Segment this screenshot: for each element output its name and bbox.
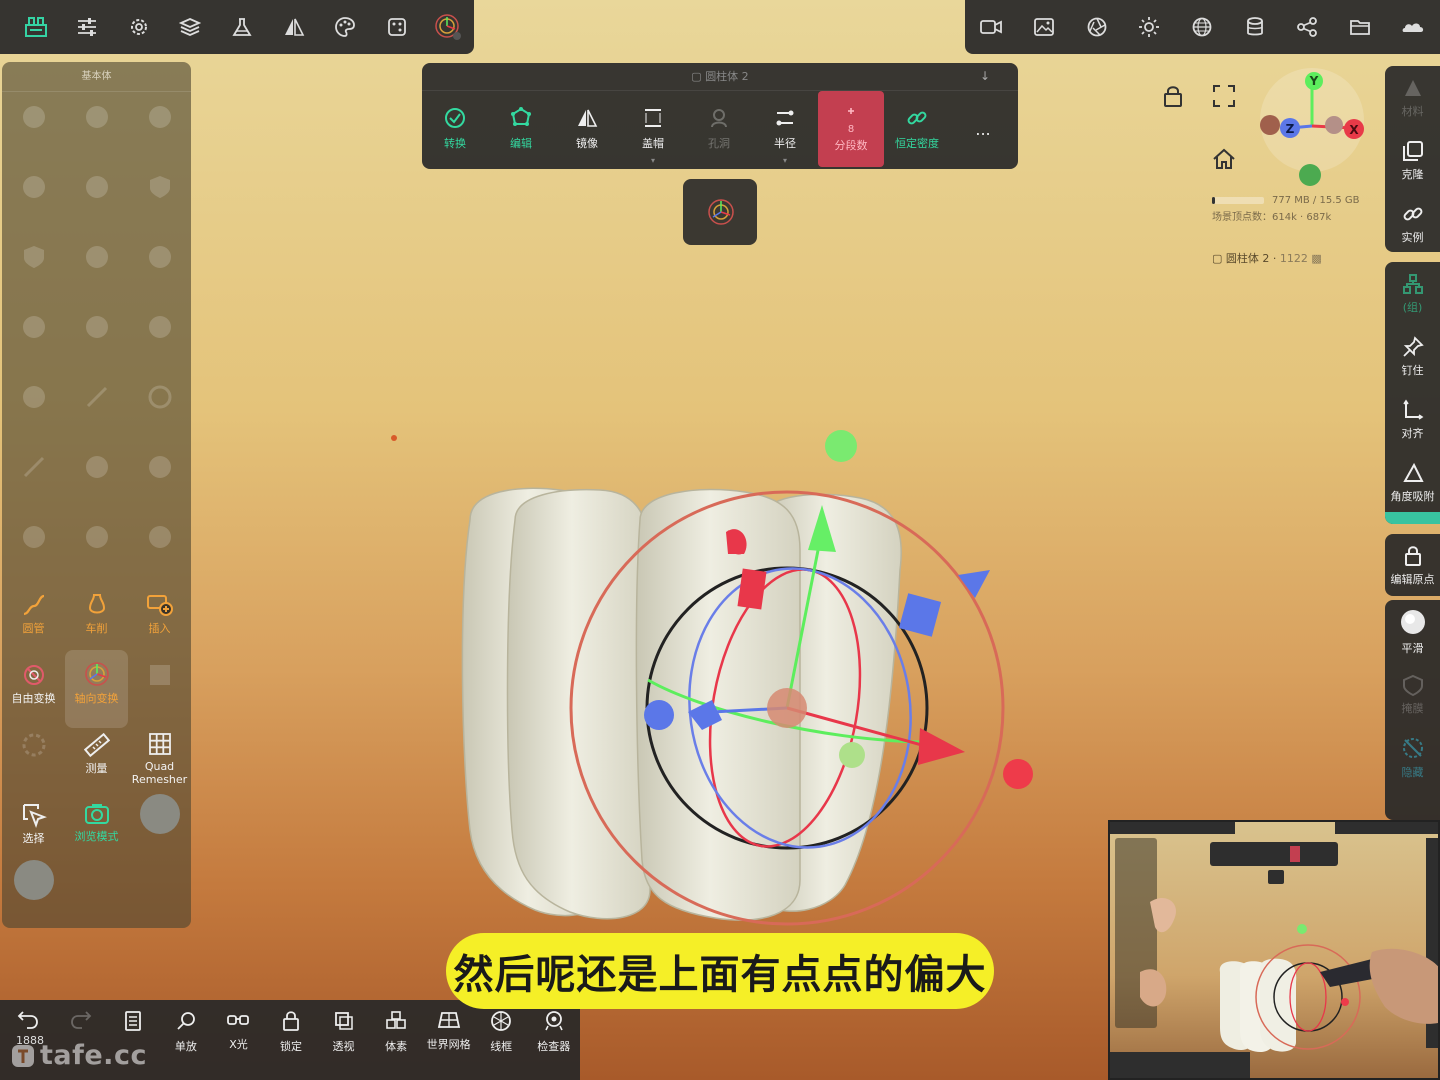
mask-button[interactable]: 掩膜 xyxy=(1385,663,1440,726)
inspector-icon xyxy=(542,1010,566,1032)
memory-usage: 777 MB / 15.5 GB xyxy=(1272,195,1360,206)
watermark-icon xyxy=(10,1043,36,1069)
redo-icon xyxy=(70,1010,92,1030)
cylinder-icon: ▢ xyxy=(1212,252,1226,265)
angle-snap-button[interactable]: 角度吸附 xyxy=(1385,451,1440,514)
selected-object-info: ▢ 圆柱体 2 · 1122 ▩ xyxy=(1212,252,1322,265)
viewport-home-button[interactable] xyxy=(1212,148,1236,170)
world-grid-button[interactable]: 世界网格 xyxy=(422,1000,475,1080)
xray-button[interactable]: X光 xyxy=(212,1000,265,1080)
right-tool-group-2: (组) 钉住 对齐 角度吸附 xyxy=(1385,262,1440,524)
axis-label-y: Y xyxy=(1309,74,1319,88)
wireframe-button[interactable]: 线框 xyxy=(475,1000,528,1080)
clone-icon xyxy=(1402,140,1424,162)
voxel-button[interactable]: 体素 xyxy=(370,1000,423,1080)
inset-camera-view xyxy=(1108,820,1440,1080)
pin-button[interactable]: 钉住 xyxy=(1385,325,1440,388)
vertex-count: 场景顶点数：614k · 687k xyxy=(1212,212,1332,223)
material-button[interactable]: 材料 xyxy=(1385,66,1440,129)
instance-button[interactable]: 实例 xyxy=(1385,192,1440,255)
material-icon xyxy=(1402,77,1424,99)
inset-scene xyxy=(1110,822,1438,1078)
clone-button[interactable]: 克隆 xyxy=(1385,129,1440,192)
axis-label-z: Z xyxy=(1286,122,1295,136)
doc-icon xyxy=(123,1010,143,1032)
axis-label-x: X xyxy=(1349,123,1359,137)
align-button[interactable]: 对齐 xyxy=(1385,388,1440,451)
right-tool-group-4: 平滑 掩膜 隐藏 xyxy=(1385,600,1440,820)
right-tool-group-1: 材料 克隆 实例 xyxy=(1385,66,1440,252)
viewport-lock-button[interactable] xyxy=(1162,84,1184,108)
axis-navigator[interactable]: Y X Z xyxy=(1250,68,1380,188)
instance-icon xyxy=(1402,203,1424,225)
fullscreen-icon xyxy=(1212,84,1236,108)
inspector-button[interactable]: 检查器 xyxy=(527,1000,580,1080)
right-tool-group-3: 编辑原点 xyxy=(1385,534,1440,596)
viewport-fullscreen-button[interactable] xyxy=(1212,84,1236,108)
search-icon xyxy=(175,1010,197,1032)
hide-button[interactable]: 隐藏 xyxy=(1385,726,1440,789)
lock-icon xyxy=(1162,84,1184,108)
scene-stats: 777 MB / 15.5 GB 场景顶点数：614k · 687k xyxy=(1212,192,1372,226)
lock-button[interactable]: 锁定 xyxy=(265,1000,318,1080)
align-icon xyxy=(1402,399,1424,421)
angle-snap-icon xyxy=(1402,462,1424,484)
lock-icon xyxy=(281,1010,301,1032)
perspective-button[interactable]: 透视 xyxy=(317,1000,370,1080)
perspective-icon xyxy=(333,1010,355,1032)
home-icon xyxy=(1212,148,1236,170)
world-grid-icon xyxy=(437,1010,461,1030)
xray-icon xyxy=(226,1010,250,1030)
video-subtitle: 然后呢还是上面有点点的偏大 xyxy=(446,933,994,1009)
group-button[interactable]: (组) xyxy=(1385,262,1440,325)
cylinder-mesh[interactable] xyxy=(461,487,902,921)
solo-button[interactable]: 单放 xyxy=(160,1000,213,1080)
checker-icon: ▩ xyxy=(1311,252,1322,265)
memory-bar xyxy=(1212,196,1264,204)
smooth-icon xyxy=(1399,608,1427,636)
wireframe-icon xyxy=(490,1010,512,1032)
edit-origin-button[interactable]: 编辑原点 xyxy=(1385,534,1440,597)
mask-icon xyxy=(1402,674,1424,696)
smooth-button[interactable]: 平滑 xyxy=(1385,600,1440,663)
lock-icon xyxy=(1403,545,1423,567)
hide-icon xyxy=(1401,736,1425,760)
pin-icon xyxy=(1402,335,1424,358)
undo-icon xyxy=(17,1010,39,1030)
group-icon xyxy=(1402,273,1424,295)
voxel-icon xyxy=(385,1010,407,1032)
watermark-logo: tafe.cc xyxy=(10,1040,147,1071)
angle-snap-indicator xyxy=(1385,512,1440,524)
